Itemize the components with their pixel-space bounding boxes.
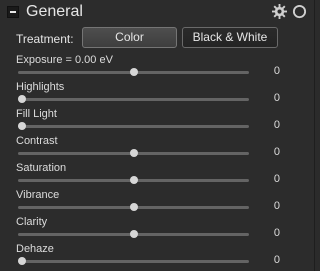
slider-value: 0 [273, 92, 280, 104]
slider-label: Fill Light [16, 108, 57, 120]
slider-value: 0 [273, 254, 280, 266]
slider-knob[interactable] [129, 176, 138, 184]
slider-knob[interactable] [18, 257, 26, 265]
general-panel: General Treatment: Color Black & White E… [0, 0, 315, 271]
slider-value: 0 [273, 227, 280, 239]
slider-knob[interactable] [129, 149, 138, 157]
slider-clarity: Clarity 0 [0, 216, 315, 242]
slider-dehaze: Dehaze 0 [0, 243, 315, 269]
slider-label: Dehaze [16, 243, 54, 255]
circle-icon[interactable] [292, 4, 307, 19]
slider-label: Vibrance [16, 189, 60, 201]
collapse-button[interactable] [7, 6, 19, 18]
slider-label: Saturation [16, 162, 67, 174]
slider-value: 0 [273, 200, 280, 212]
slider-track[interactable] [18, 98, 249, 101]
slider-track[interactable] [18, 260, 249, 263]
treatment-color-button[interactable]: Color [82, 27, 177, 48]
treatment-bw-button[interactable]: Black & White [182, 27, 278, 48]
slider-knob[interactable] [129, 203, 138, 211]
slider-label: Highlights [16, 81, 65, 93]
slider-value: 0 [273, 119, 280, 131]
slider-saturation: Saturation 0 [0, 162, 315, 188]
slider-track[interactable] [18, 125, 249, 128]
slider-label: Exposure = 0.00 eV [16, 54, 113, 66]
treatment-label: Treatment: [16, 32, 74, 46]
slider-knob[interactable] [129, 230, 138, 238]
slider-highlights: Highlights 0 [0, 81, 315, 107]
slider-value: 0 [273, 146, 280, 158]
slider-label: Contrast [16, 135, 58, 147]
gear-icon[interactable] [272, 4, 287, 19]
slider-knob[interactable] [18, 95, 26, 103]
slider-fill-light: Fill Light 0 [0, 108, 315, 134]
slider-value: 0 [273, 65, 280, 77]
slider-value: 0 [273, 173, 280, 185]
slider-knob[interactable] [129, 68, 138, 76]
slider-vibrance: Vibrance 0 [0, 189, 315, 215]
panel-header: General [0, 0, 315, 24]
slider-exposure: Exposure = 0.00 eV 0 [0, 54, 315, 80]
slider-label: Clarity [16, 216, 48, 228]
slider-contrast: Contrast 0 [0, 135, 315, 161]
slider-knob[interactable] [18, 122, 26, 130]
panel-title: General [26, 3, 83, 20]
